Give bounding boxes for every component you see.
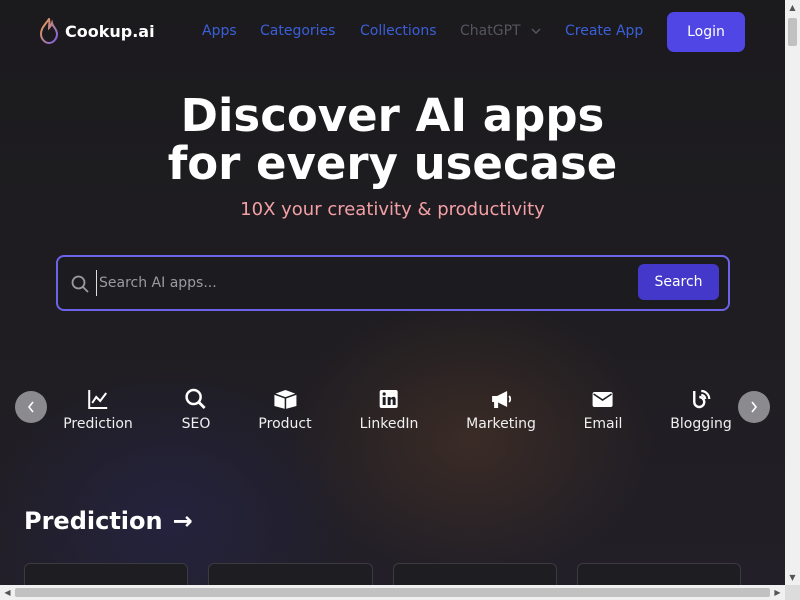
box-icon xyxy=(273,390,297,409)
category-blogging[interactable]: Blogging xyxy=(670,388,732,432)
scroll-right-arrow-icon[interactable]: ▶ xyxy=(770,585,785,600)
chevron-right-icon xyxy=(751,401,758,413)
category-seo[interactable]: SEO xyxy=(181,388,211,432)
blog-icon xyxy=(692,389,711,409)
scrollbar-corner xyxy=(785,585,800,600)
section-title-text: Prediction xyxy=(24,507,163,535)
flame-icon xyxy=(39,18,59,44)
nav-collections[interactable]: Collections xyxy=(360,23,437,39)
logo-text: Cookup.ai xyxy=(65,21,155,41)
category-marketing[interactable]: Marketing xyxy=(466,388,536,432)
category-product[interactable]: Product xyxy=(258,388,312,432)
nav-create-app[interactable]: Create App xyxy=(565,23,643,39)
nav-chatgpt[interactable]: ChatGPT xyxy=(460,23,541,39)
magnifier-icon xyxy=(185,388,206,409)
section-title-prediction[interactable]: Prediction → xyxy=(24,507,193,535)
app-card[interactable] xyxy=(24,563,188,585)
app-card[interactable] xyxy=(577,563,741,585)
search-input[interactable] xyxy=(96,270,626,296)
hero-subtitle: 10X your creativity & productivity xyxy=(240,199,545,220)
horizontal-scroll-thumb[interactable] xyxy=(15,588,770,597)
search-button[interactable]: Search xyxy=(638,264,719,300)
category-label: Prediction xyxy=(63,416,133,432)
scroll-down-arrow-icon[interactable]: ▼ xyxy=(785,570,800,585)
category-label: Email xyxy=(583,416,623,432)
chevron-down-icon xyxy=(531,28,541,34)
category-email[interactable]: Email xyxy=(583,388,623,432)
horizontal-scrollbar[interactable]: ◀ ▶ xyxy=(0,585,785,600)
vertical-scrollbar[interactable]: ▲ ▼ xyxy=(785,0,800,585)
category-label: Blogging xyxy=(670,416,732,432)
scroll-up-arrow-icon[interactable]: ▲ xyxy=(785,0,800,15)
hero-title-line1: Discover AI apps xyxy=(180,89,605,142)
carousel-prev-button[interactable] xyxy=(15,391,47,423)
arrow-right-icon: → xyxy=(172,507,193,535)
nav-chatgpt-label: ChatGPT xyxy=(460,23,521,39)
scroll-left-arrow-icon[interactable]: ◀ xyxy=(0,585,15,600)
nav-apps[interactable]: Apps xyxy=(202,23,237,39)
hero-title: Discover AI apps for every usecase xyxy=(0,92,785,188)
search-bar: Search xyxy=(56,255,730,311)
linkedin-icon xyxy=(380,390,398,408)
category-prediction[interactable]: Prediction xyxy=(63,388,133,432)
category-label: LinkedIn xyxy=(359,416,419,432)
category-label: Marketing xyxy=(466,416,536,432)
category-label: Product xyxy=(258,416,312,432)
category-linkedin[interactable]: LinkedIn xyxy=(359,388,419,432)
hero-title-line2: for every usecase xyxy=(167,137,618,190)
page: Cookup.ai Apps Categories Collections Ch… xyxy=(0,0,785,585)
envelope-icon xyxy=(593,392,613,407)
app-card[interactable] xyxy=(393,563,557,585)
login-button[interactable]: Login xyxy=(667,12,745,52)
megaphone-icon xyxy=(492,391,512,408)
carousel-next-button[interactable] xyxy=(738,391,770,423)
nav-categories[interactable]: Categories xyxy=(260,23,335,39)
app-card[interactable] xyxy=(208,563,373,585)
chart-line-icon xyxy=(88,390,107,409)
search-icon xyxy=(71,275,89,293)
vertical-scroll-thumb[interactable] xyxy=(788,18,797,46)
logo[interactable]: Cookup.ai xyxy=(39,18,155,44)
category-label: SEO xyxy=(181,416,211,432)
chevron-left-icon xyxy=(27,401,34,413)
